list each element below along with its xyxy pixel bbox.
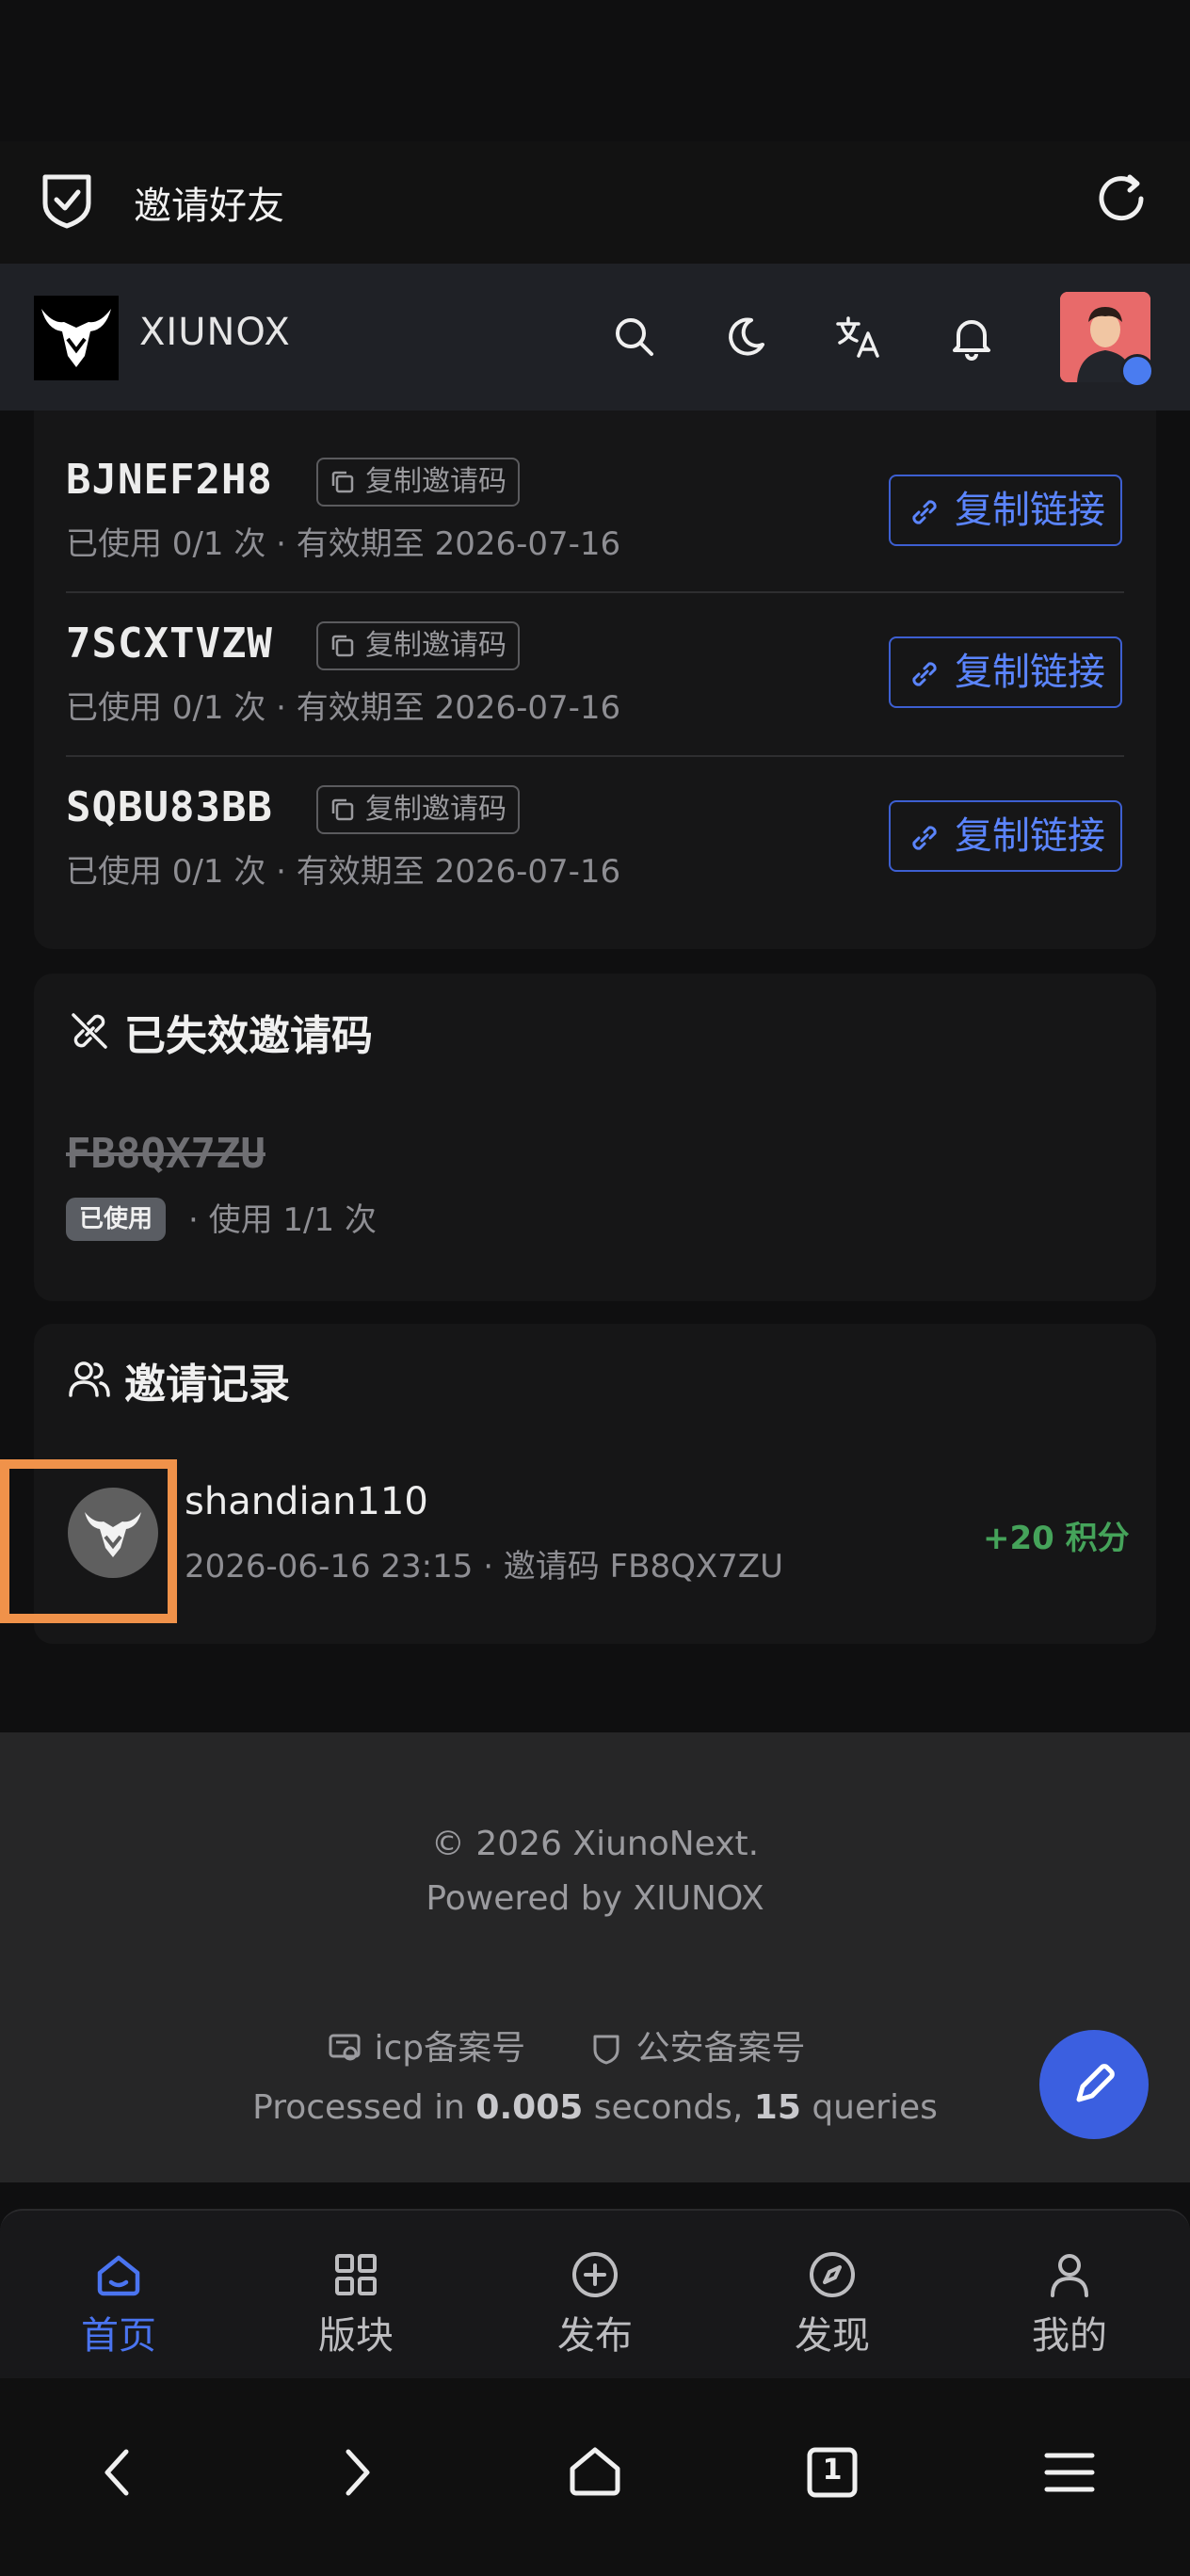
nav-publish[interactable]: 发布 (501, 2211, 689, 2380)
footer-powered: Powered by XIUNOX (426, 1879, 764, 1918)
bull-avatar-icon (85, 1512, 141, 1557)
used-badge: 已使用 (66, 1198, 167, 1241)
nav-label: 我的 (1032, 2314, 1107, 2358)
copy-icon (331, 471, 354, 493)
processed-seconds: 0.005 (475, 2088, 584, 2127)
pencil-icon (1076, 2064, 1115, 2102)
nav-label: 发布 (557, 2314, 633, 2358)
back-icon[interactable] (81, 2435, 156, 2510)
copy-code-label: 复制邀请码 (365, 793, 507, 826)
bottom-nav: 首页 版块 发布 发现 我的 (0, 2209, 1190, 2378)
processed-prefix: Processed in (252, 2088, 476, 2127)
shield-icon (593, 2035, 619, 2065)
expired-usage: · 使用 1/1 次 (188, 1201, 377, 1239)
code-meta: 已使用 0/1 次 · 有效期至 2026-07-16 (66, 525, 621, 563)
invite-code: 7SCXTVZW (66, 620, 273, 668)
nav-label: 首页 (81, 2314, 156, 2358)
home-page-icon[interactable] (557, 2435, 633, 2510)
copy-link-label: 复制链接 (955, 814, 1105, 858)
link-icon (912, 662, 937, 686)
nav-mine[interactable]: 我的 (975, 2211, 1164, 2380)
copy-link-label: 复制链接 (955, 651, 1105, 694)
moon-icon[interactable] (719, 311, 772, 363)
record-meta: 2026-06-16 23:15 · 邀请码 FB8QX7ZU (185, 1548, 783, 1586)
bull-logo-icon (41, 309, 111, 367)
nav-home[interactable]: 首页 (24, 2211, 213, 2380)
plus-circle-icon (572, 2252, 618, 2297)
record-points: +20 积分 (983, 1520, 1130, 1557)
processed-queries: 15 (753, 2088, 801, 2127)
record-username[interactable]: shandian110 (185, 1480, 428, 1523)
user-icon (1051, 2254, 1088, 2297)
translate-icon[interactable] (832, 311, 885, 363)
link-icon (912, 826, 937, 850)
seconds-suffix: seconds, (583, 2088, 754, 2127)
avatar-status-badge (1120, 354, 1154, 388)
copy-code-button[interactable]: 复制邀请码 (316, 785, 520, 834)
menu-icon[interactable] (1032, 2435, 1107, 2510)
copy-code-button[interactable]: 复制邀请码 (316, 621, 520, 670)
police-link[interactable]: 公安备案号 (587, 2021, 805, 2069)
reload-icon[interactable] (1092, 169, 1150, 228)
copy-code-label: 复制邀请码 (365, 629, 507, 662)
invite-code: SQBU83BB (66, 783, 273, 831)
nav-label: 发现 (795, 2314, 870, 2358)
nav-label: 版块 (318, 2314, 394, 2358)
compose-button[interactable] (1039, 2030, 1149, 2139)
copy-code-label: 复制邀请码 (365, 465, 507, 498)
copy-link-label: 复制链接 (955, 489, 1105, 532)
shield-check-icon[interactable] (40, 171, 94, 230)
site-name[interactable]: XIUNOX (139, 311, 291, 354)
certificate-icon (329, 2034, 361, 2061)
users-icon (69, 1361, 110, 1397)
link-off-icon (72, 1013, 107, 1049)
record-avatar[interactable] (68, 1488, 158, 1578)
page-title: 邀请好友 (134, 185, 284, 228)
icp-link[interactable]: icp备案号 (326, 2021, 525, 2069)
expired-code: FB8QX7ZU (66, 1130, 265, 1178)
site-footer: © 2026 XiunoNext. Powered by XIUNOX icp备… (0, 1732, 1190, 2182)
queries-suffix: queries (800, 2088, 938, 2127)
footer-copyright: © 2026 XiunoNext. (430, 1825, 760, 1863)
site-logo[interactable] (34, 296, 119, 380)
code-meta: 已使用 0/1 次 · 有效期至 2026-07-16 (66, 853, 621, 891)
copy-icon (331, 798, 354, 821)
browser-nav-bar: 1 (0, 2378, 1190, 2576)
grid-icon (335, 2254, 377, 2295)
records-section-title: 邀请记录 (124, 1360, 290, 1409)
nav-boards[interactable]: 版块 (262, 2211, 450, 2380)
browser-top-bar: 邀请好友 (0, 141, 1190, 264)
bell-icon[interactable] (945, 311, 998, 363)
nav-discover[interactable]: 发现 (738, 2211, 926, 2380)
code-meta: 已使用 0/1 次 · 有效期至 2026-07-16 (66, 689, 621, 727)
compass-icon (810, 2252, 855, 2297)
copy-code-button[interactable]: 复制邀请码 (316, 458, 520, 507)
home-icon (97, 2255, 140, 2296)
footer-processed: Processed in 0.005 seconds, 15 queries (0, 2088, 1190, 2127)
link-icon (912, 500, 937, 524)
invite-code: BJNEF2H8 (66, 456, 273, 504)
search-icon[interactable] (608, 311, 661, 363)
divider (66, 755, 1124, 757)
police-label: 公安备案号 (635, 2029, 806, 2068)
divider (66, 591, 1124, 593)
copy-icon (331, 635, 354, 657)
copy-link-button[interactable]: 复制链接 (889, 636, 1122, 708)
copy-link-button[interactable]: 复制链接 (889, 800, 1122, 872)
tab-count: 1 (822, 2454, 843, 2487)
icp-label: icp备案号 (374, 2029, 526, 2068)
tabs-button[interactable]: 1 (795, 2435, 870, 2510)
expired-section-title: 已失效邀请码 (124, 1012, 373, 1060)
forward-icon[interactable] (318, 2435, 394, 2510)
site-header: XIUNOX (0, 264, 1190, 411)
copy-link-button[interactable]: 复制链接 (889, 475, 1122, 546)
